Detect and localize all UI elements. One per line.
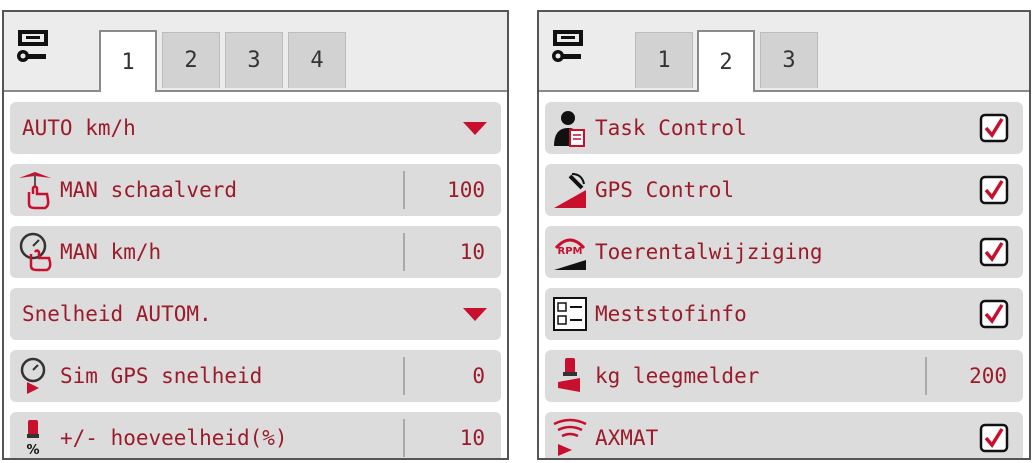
person-document-icon (545, 105, 595, 151)
axmat-row[interactable]: AXMAT (545, 412, 1023, 458)
toerentalwijziging-row[interactable]: RPM Toerentalwijziging (545, 226, 1023, 278)
row-value[interactable]: 0 (405, 364, 501, 388)
meststofinfo-row[interactable]: Meststofinfo (545, 288, 1023, 340)
gps-control-row[interactable]: GPS Control (545, 164, 1023, 216)
row-label: Task Control (595, 116, 747, 140)
svg-text:RPM: RPM (558, 246, 583, 257)
row-value[interactable]: 10 (405, 426, 501, 450)
row-label: AUTO km/h (22, 116, 136, 140)
tab-bar: 1 2 3 4 (4, 12, 507, 92)
tab-1[interactable]: 1 (635, 32, 693, 88)
settings-list: AUTO km/h MAN schaalverd 100 MAN km/h 10… (4, 90, 507, 458)
tab-3[interactable]: 3 (760, 32, 818, 88)
wifi-sensor-icon (545, 415, 595, 458)
weight-percent-icon: % (10, 415, 60, 458)
row-value[interactable]: 100 (405, 178, 501, 202)
row-label: Toerentalwijziging (595, 240, 823, 264)
tab-1[interactable]: 1 (99, 30, 157, 92)
row-value[interactable]: 200 (927, 364, 1023, 388)
axmat-checkbox[interactable] (979, 423, 1009, 453)
man-schaalverd-row[interactable]: MAN schaalverd 100 (10, 164, 501, 216)
row-label: Snelheid AUTOM. (22, 302, 212, 326)
row-label: MAN km/h (60, 240, 162, 264)
satellite-field-icon (545, 167, 595, 213)
row-label: MAN schaalverd (60, 178, 238, 202)
machine-settings-icon (17, 30, 48, 62)
tab-3[interactable]: 3 (225, 32, 283, 88)
settings-panel-right: 1 2 3 Task Control GPS Control RPM Toere… (537, 10, 1031, 460)
hand-speedometer-icon (10, 229, 60, 275)
row-label: Meststofinfo (595, 302, 747, 326)
rpm-icon: RPM (545, 229, 595, 275)
row-label: AXMAT (595, 426, 659, 450)
snelheid-autom-dropdown[interactable]: Snelheid AUTOM. (10, 288, 501, 340)
settings-list: Task Control GPS Control RPM Toerentalwi… (539, 90, 1029, 458)
gps-control-checkbox[interactable] (979, 175, 1009, 205)
task-control-checkbox[interactable] (979, 113, 1009, 143)
toerentalwijziging-checkbox[interactable] (979, 237, 1009, 267)
tab-4[interactable]: 4 (288, 32, 346, 88)
row-value[interactable]: 10 (405, 240, 501, 264)
man-kmh-row[interactable]: MAN km/h 10 (10, 226, 501, 278)
settings-panel-left: 1 2 3 4 AUTO km/h MAN schaalverd 100 MAN… (2, 10, 509, 460)
tab-2[interactable]: 2 (697, 30, 755, 92)
machine-settings-icon (552, 30, 583, 62)
chevron-down-icon[interactable] (463, 121, 487, 135)
hand-scale-icon (10, 167, 60, 213)
row-label: +/- hoeveelheid(%) (60, 426, 288, 450)
tab-2[interactable]: 2 (162, 32, 220, 88)
hoeveelheid-row[interactable]: % +/- hoeveelheid(%) 10 (10, 412, 501, 458)
meststofinfo-checkbox[interactable] (979, 299, 1009, 329)
weight-horn-icon (545, 353, 595, 399)
row-label: Sim GPS snelheid (60, 364, 263, 388)
checklist-icon (545, 291, 595, 337)
sim-gps-snelheid-row[interactable]: Sim GPS snelheid 0 (10, 350, 501, 402)
task-control-row[interactable]: Task Control (545, 102, 1023, 154)
chevron-down-icon[interactable] (463, 307, 487, 321)
kg-leegmelder-row[interactable]: kg leegmelder 200 (545, 350, 1023, 402)
speedometer-play-icon (10, 353, 60, 399)
tab-bar: 1 2 3 (539, 12, 1029, 92)
auto-kmh-dropdown[interactable]: AUTO km/h (10, 102, 501, 154)
svg-text:%: % (26, 443, 39, 458)
row-label: kg leegmelder (595, 364, 760, 388)
row-label: GPS Control (595, 178, 735, 202)
